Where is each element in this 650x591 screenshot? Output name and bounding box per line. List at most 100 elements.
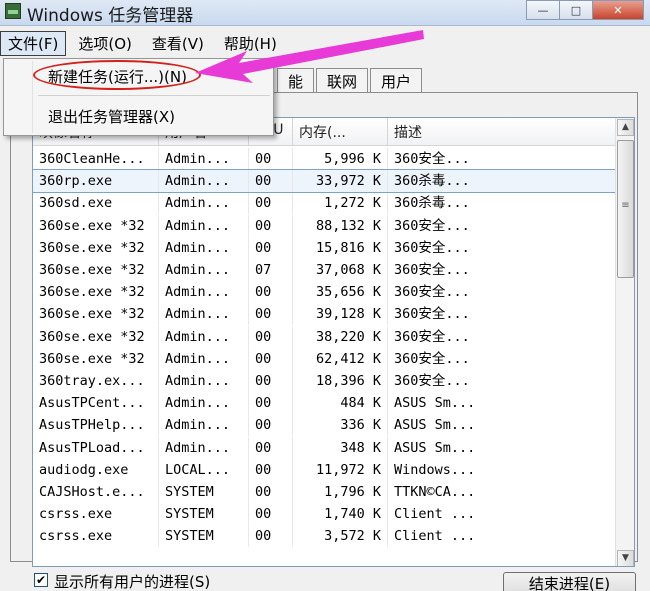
process-row[interactable]: AsusTPHelp... Admin... 00 336 K ASUS Sm...	[33, 414, 616, 437]
cell-cpu: 00	[249, 214, 293, 237]
cell-cpu: 00	[249, 480, 293, 503]
close-button[interactable]: ✕	[592, 0, 644, 20]
cell-memory: 336 K	[293, 414, 388, 437]
cell-description: 360安全...	[394, 151, 470, 168]
minimize-button[interactable]: —	[526, 0, 560, 20]
cell-image-name: 360tray.ex...	[33, 369, 159, 392]
process-row[interactable]: 360se.exe *32 Admin... 00 39,128 K 360安全...	[33, 303, 616, 326]
cell-memory: 11,972 K	[293, 458, 388, 481]
cell-memory: 484 K	[293, 392, 388, 415]
show-all-processes-label[interactable]: 显示所有用户的进程(S)	[54, 571, 210, 591]
cell-cpu: 00	[249, 325, 293, 348]
cell-user-name: Admin...	[159, 436, 249, 459]
process-list[interactable]: 映像名称 用户名 CPU 内存(... 描述 360CleanHe...Admi…	[32, 117, 635, 567]
cell-image-name: AsusTPLoad...	[33, 436, 159, 459]
cell-user-name: Admin...	[159, 236, 249, 259]
cell-image-name: 360se.exe *32	[33, 214, 159, 237]
cell-user-name: Admin...	[159, 281, 249, 304]
cell-user-name: Admin...	[159, 148, 249, 171]
cell-image-name: 360CleanHe...	[33, 148, 159, 171]
scrollbar-thumb[interactable]: ≡	[617, 140, 634, 278]
maximize-button[interactable]: □	[559, 0, 593, 20]
title-bar: Windows 任务管理器 — □ ✕	[0, 0, 650, 26]
cell-image-name: CAJSHost.e...	[33, 480, 159, 503]
cell-memory: 39,128 K	[293, 303, 388, 326]
process-row[interactable]: csrss.exe SYSTEM 00 3,572 K Client ...	[33, 525, 616, 548]
column-memory[interactable]: 内存(...	[293, 118, 388, 146]
cell-memory: 1,740 K	[293, 503, 388, 526]
cell-description: 360安全...	[394, 284, 470, 301]
cell-memory: 1,272 K	[293, 192, 388, 215]
cell-user-name: Admin...	[159, 170, 249, 193]
exit-task-manager-menu-item[interactable]: 退出任务管理器(X)	[48, 106, 175, 127]
cell-memory: 62,412 K	[293, 347, 388, 370]
cell-image-name: 360se.exe *32	[33, 325, 159, 348]
process-rows: 360CleanHe... Admin... 00 5,996 K 360安全... 36…	[33, 148, 617, 548]
cell-memory: 3,572 K	[293, 525, 388, 548]
process-row[interactable]: 360se.exe *32 Admin... 00 35,656 K 360安全...	[33, 281, 616, 304]
cell-user-name: Admin...	[159, 259, 249, 282]
cell-memory: 88,132 K	[293, 214, 388, 237]
menu-icon-column-divider	[32, 61, 33, 133]
cell-cpu: 00	[249, 414, 293, 437]
cell-description: 360安全...	[394, 372, 470, 389]
scroll-up-arrow-icon[interactable]: ▲	[617, 119, 634, 136]
cell-image-name: 360se.exe *32	[33, 281, 159, 304]
cell-user-name: Admin...	[159, 392, 249, 415]
cell-user-name: Admin...	[159, 192, 249, 215]
window-controls: — □ ✕	[526, 0, 644, 20]
process-row[interactable]: audiodg.exe LOCAL... 00 11,972 K Windows...	[33, 458, 616, 481]
menu-options[interactable]: 选项(O)	[70, 31, 140, 56]
cell-user-name: SYSTEM	[159, 480, 249, 503]
window-title: Windows 任务管理器	[27, 6, 194, 26]
highlight-ellipse	[33, 60, 201, 90]
column-description[interactable]: 描述	[388, 118, 616, 146]
cell-cpu: 07	[249, 259, 293, 282]
process-row[interactable]: 360rp.exe Admin... 00 33,972 K 360杀毒...	[33, 169, 617, 194]
cell-cpu: 00	[249, 458, 293, 481]
cell-user-name: Admin...	[159, 414, 249, 437]
cell-image-name: AsusTPCent...	[33, 392, 159, 415]
cell-cpu: 00	[249, 148, 293, 171]
cell-description: Client ...	[394, 506, 476, 523]
cell-user-name: SYSTEM	[159, 503, 249, 526]
process-row[interactable]: AsusTPLoad... Admin... 00 348 K ASUS Sm...	[33, 436, 616, 459]
process-row[interactable]: 360tray.ex... Admin... 00 18,396 K 360安全...	[33, 369, 616, 392]
cell-cpu: 00	[249, 525, 293, 548]
annotation-arrow-icon	[195, 30, 424, 83]
cell-image-name: 360se.exe *32	[33, 259, 159, 282]
cell-memory: 5,996 K	[293, 148, 388, 171]
process-row[interactable]: 360se.exe *32 Admin... 00 38,220 K 360安全...	[33, 325, 616, 348]
cell-description: Windows...	[394, 461, 476, 478]
cell-description: 360安全...	[394, 239, 470, 256]
cell-memory: 33,972 K	[293, 170, 388, 193]
vertical-scrollbar[interactable]: ▲ ≡ ▼	[615, 118, 634, 566]
cell-cpu: 00	[249, 236, 293, 259]
cell-image-name: csrss.exe	[33, 503, 159, 526]
end-process-button[interactable]: 结束进程(E)	[503, 572, 636, 591]
process-row[interactable]: 360se.exe *32 Admin... 07 37,068 K 360安全...	[33, 259, 616, 282]
process-row[interactable]: 360se.exe *32 Admin... 00 88,132 K 360安全...	[33, 214, 616, 237]
cell-image-name: AsusTPHelp...	[33, 414, 159, 437]
cell-user-name: LOCAL...	[159, 458, 249, 481]
cell-cpu: 00	[249, 436, 293, 459]
menu-file[interactable]: 文件(F)	[0, 30, 67, 56]
cell-image-name: audiodg.exe	[33, 458, 159, 481]
task-manager-app-icon	[5, 3, 21, 19]
scroll-down-arrow-icon[interactable]: ▼	[617, 550, 634, 566]
cell-memory: 348 K	[293, 436, 388, 459]
cell-user-name: Admin...	[159, 325, 249, 348]
cell-description: ASUS Sm...	[394, 417, 476, 434]
process-row[interactable]: 360se.exe *32 Admin... 00 62,412 K 360安全...	[33, 347, 616, 370]
show-all-processes-checkbox[interactable]: ✔	[34, 573, 48, 587]
process-row[interactable]: AsusTPCent... Admin... 00 484 K ASUS Sm...	[33, 392, 616, 415]
process-row[interactable]: 360sd.exe Admin... 00 1,272 K 360杀毒...	[33, 192, 616, 215]
cell-memory: 15,816 K	[293, 236, 388, 259]
process-row[interactable]: 360se.exe *32 Admin... 00 15,816 K 360安全...	[33, 236, 616, 259]
process-row[interactable]: csrss.exe SYSTEM 00 1,740 K Client ...	[33, 503, 616, 526]
cell-user-name: Admin...	[159, 303, 249, 326]
process-row[interactable]: 360CleanHe... Admin... 00 5,996 K 360安全...	[33, 148, 616, 171]
process-row[interactable]: CAJSHost.e... SYSTEM 00 1,796 K TTKN©CA...	[33, 480, 616, 503]
cell-memory: 37,068 K	[293, 259, 388, 282]
cell-cpu: 00	[249, 192, 293, 215]
